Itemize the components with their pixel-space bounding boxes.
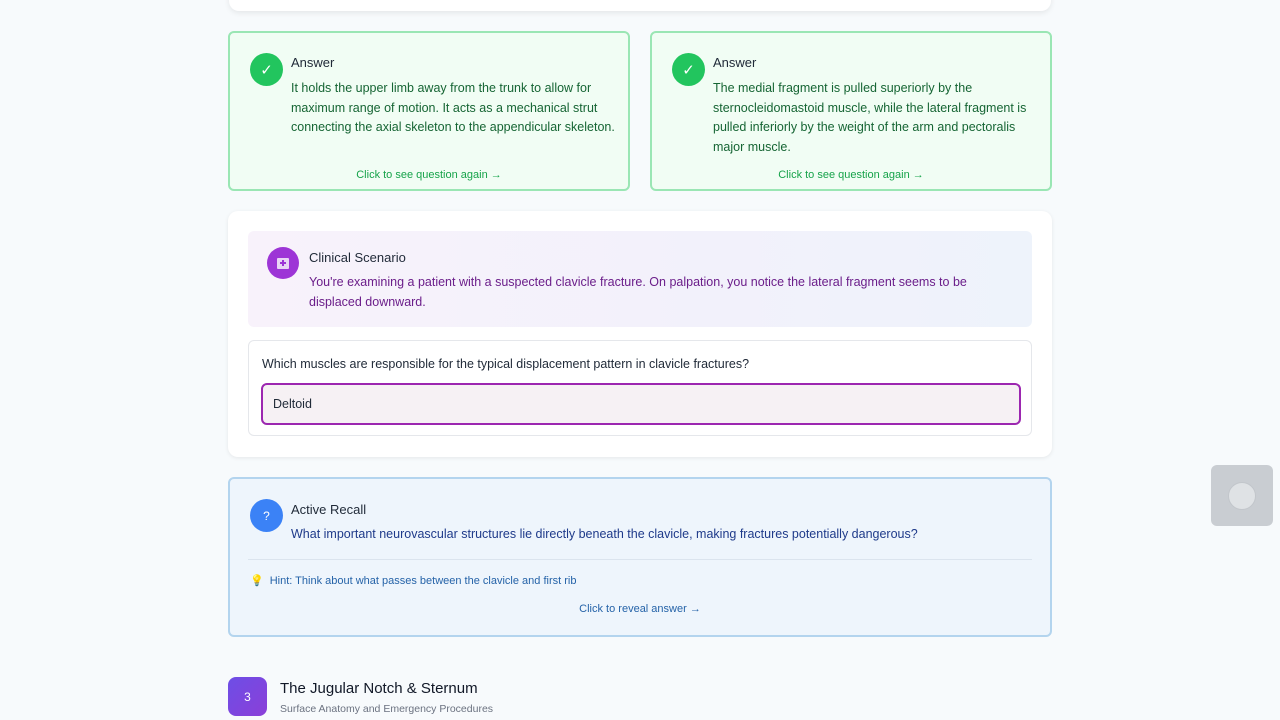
reveal-answer-link[interactable]: Click to reveal answer → xyxy=(230,603,1050,615)
lightbulb-icon: 💡 xyxy=(250,575,264,587)
answer-text: The medial fragment is pulled superiorly… xyxy=(713,81,1027,154)
hospital-icon xyxy=(267,247,299,279)
check-icon: ✓ xyxy=(672,53,705,86)
floating-action-widget[interactable] xyxy=(1211,465,1273,526)
answer-card-2[interactable]: ✓ Answer The medial fragment is pulled s… xyxy=(650,31,1052,191)
check-icon: ✓ xyxy=(250,53,283,86)
answer-input[interactable] xyxy=(261,383,1021,425)
section-title: The Jugular Notch & Sternum xyxy=(280,680,478,697)
scenario-text: You're examining a patient with a suspec… xyxy=(309,275,967,309)
answer-title: Answer xyxy=(713,55,757,70)
section-subtitle: Surface Anatomy and Emergency Procedures xyxy=(280,703,494,715)
clinical-scenario-card: Clinical Scenario You're examining a pat… xyxy=(228,211,1052,457)
see-question-again-link[interactable]: Click to see question again → xyxy=(230,169,628,181)
scenario-title: Clinical Scenario xyxy=(309,250,406,265)
divider xyxy=(248,559,1032,560)
answer-card-1[interactable]: ✓ Answer It holds the upper limb away fr… xyxy=(228,31,630,191)
previous-card-bottom xyxy=(229,0,1051,11)
recall-title: Active Recall xyxy=(291,502,367,517)
section-number-badge: 3 xyxy=(228,677,267,716)
hint: 💡 Hint: Think about what passes between … xyxy=(250,574,577,588)
answer-text: It holds the upper limb away from the tr… xyxy=(291,81,615,134)
circle-icon xyxy=(1228,481,1256,510)
question-mark-icon: ? xyxy=(250,499,283,532)
scenario-question: Which muscles are responsible for the ty… xyxy=(262,357,750,371)
scenario-box: Clinical Scenario You're examining a pat… xyxy=(248,231,1032,327)
see-question-again-link[interactable]: Click to see question again → xyxy=(652,169,1050,181)
active-recall-card[interactable]: ? Active Recall What important neurovasc… xyxy=(228,477,1052,637)
hint-text: Hint: Think about what passes between th… xyxy=(269,574,577,587)
recall-question: What important neurovascular structures … xyxy=(291,527,918,541)
answer-title: Answer xyxy=(291,55,335,70)
scenario-question-box: Which muscles are responsible for the ty… xyxy=(248,340,1032,436)
